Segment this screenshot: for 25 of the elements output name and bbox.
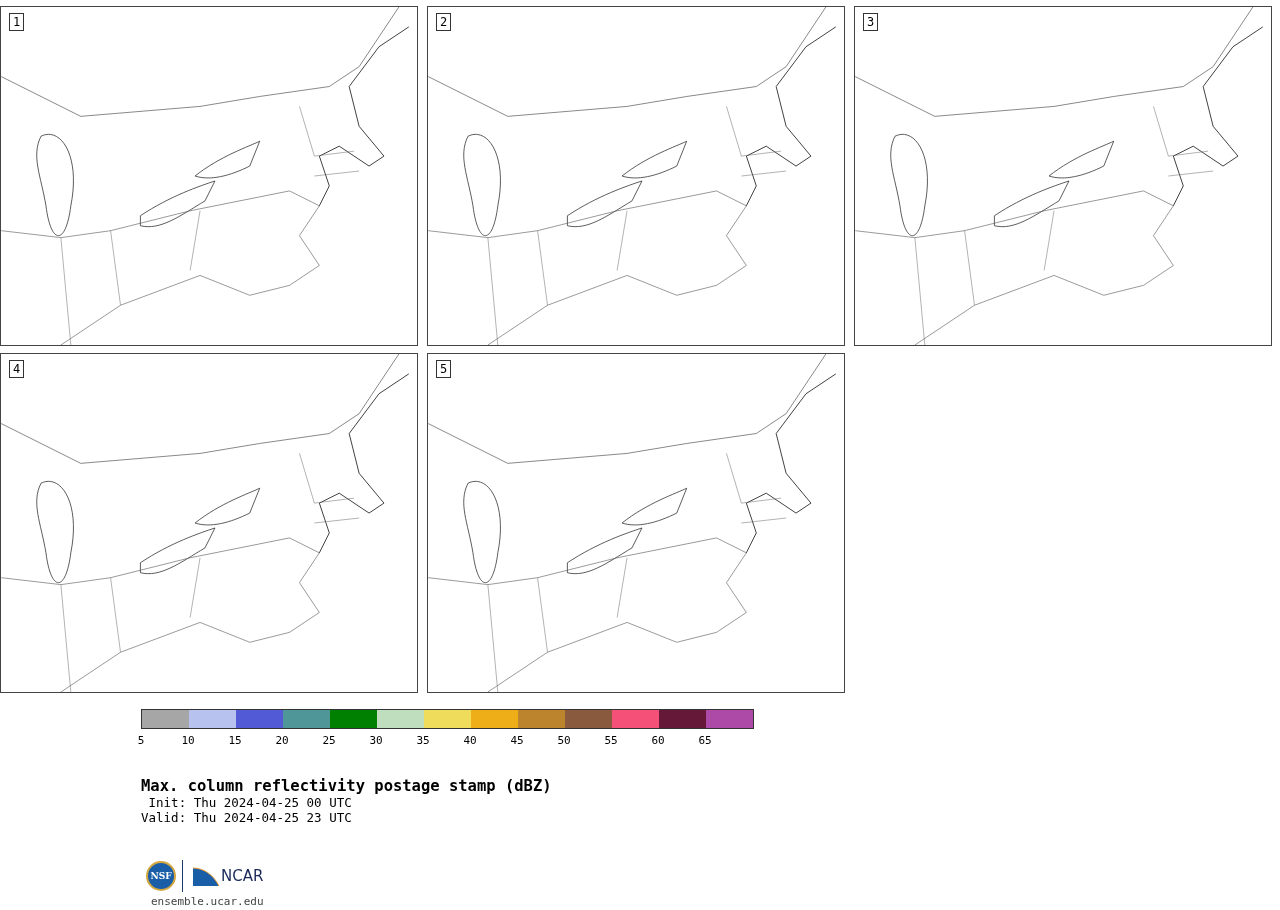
tick-label: 15 [228,734,242,747]
chart-title: Max. column reflectivity postage stamp (dBZ) [141,777,553,795]
tick-label: 35 [416,734,430,747]
panel-number: 2 [436,13,452,31]
tick-label: 25 [322,734,336,747]
tick-label: 50 [557,734,571,747]
tick-label: 20 [275,734,289,747]
panel-number: 3 [863,13,879,31]
panel-number: 4 [9,360,25,378]
tick-label: 45 [510,734,524,747]
tick-label: 60 [651,734,665,747]
tick-label: 55 [604,734,618,747]
valid-time: Valid: Thu 2024-04-25 23 UTC [141,810,353,825]
tick-label: 30 [369,734,383,747]
tick-label: 65 [698,734,712,747]
tick-label: 10 [181,734,195,747]
ncar-logo: NCAR [221,867,264,885]
tick-label: 40 [463,734,477,747]
panel-number: 1 [9,13,25,31]
ncar-logo-icon [193,866,219,886]
init-time: Init: Thu 2024-04-25 00 UTC [147,795,353,810]
tick-label: 5 [137,734,145,747]
panel-number: 5 [436,360,452,378]
nsf-logo: NSF [146,861,176,891]
website-url: ensemble.ucar.edu [151,895,265,908]
